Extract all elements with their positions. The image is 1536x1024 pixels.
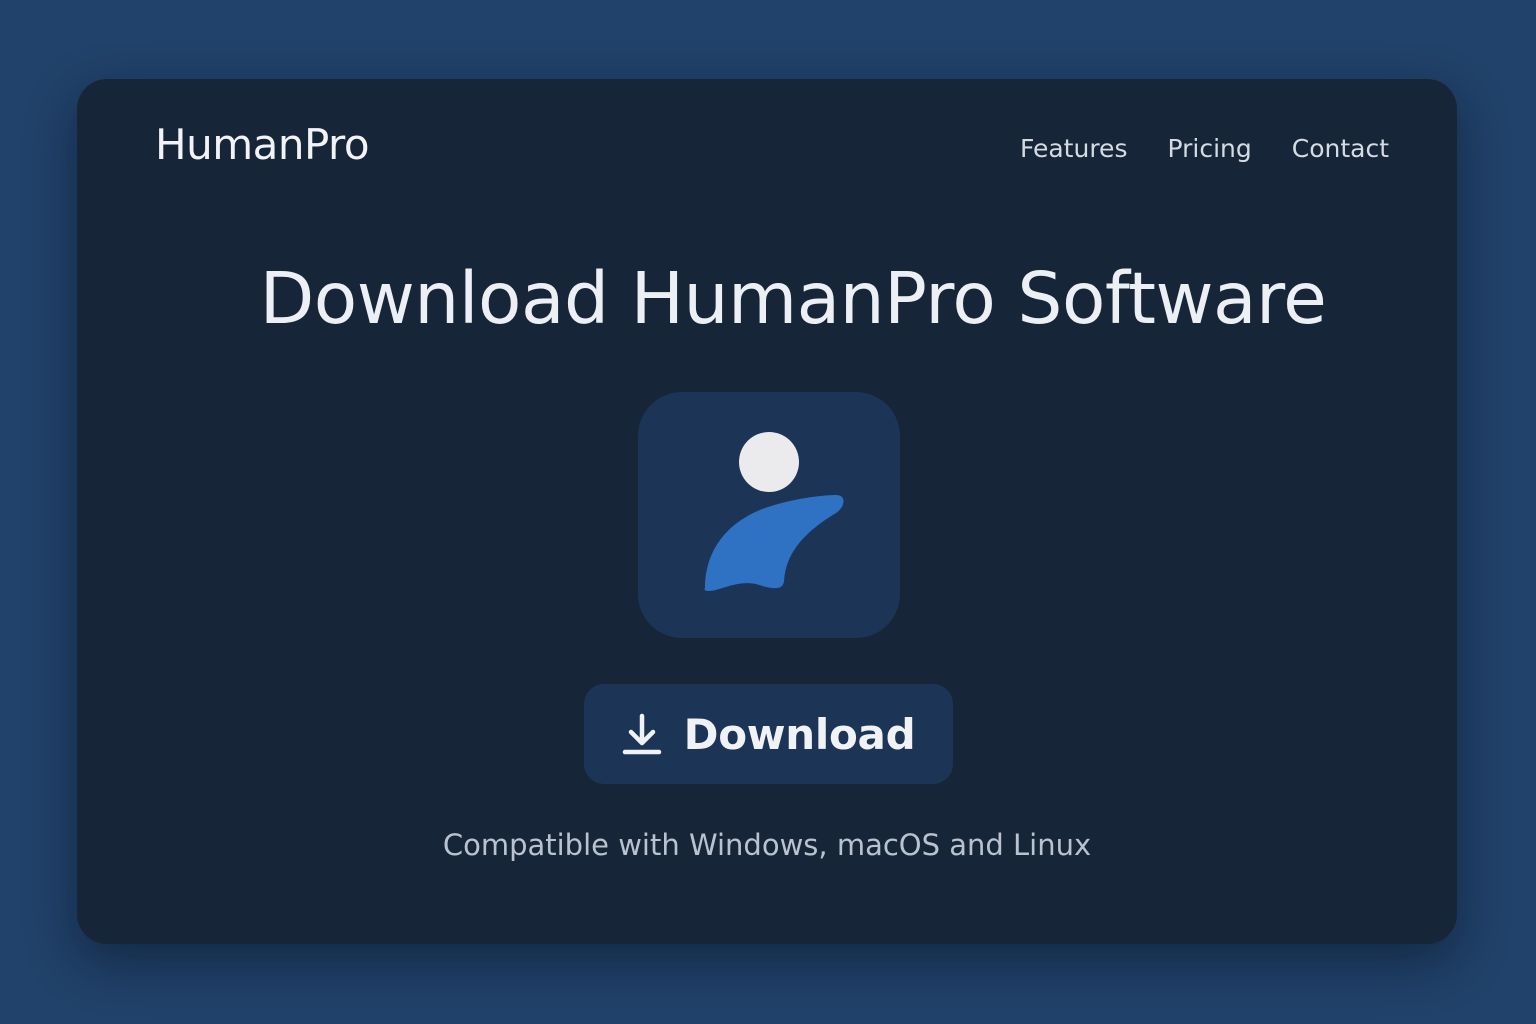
nav-link-features[interactable]: Features — [1020, 129, 1128, 169]
brand-logo[interactable]: HumanPro — [155, 115, 370, 175]
download-icon — [622, 713, 661, 755]
page-title: Download HumanPro Software — [259, 257, 1327, 340]
download-button-label: Download — [683, 709, 916, 759]
download-card: HumanPro Features Pricing Contact Downlo… — [77, 79, 1457, 944]
app-icon-tile — [638, 392, 900, 638]
compatibility-note: Compatible with Windows, macOS and Linux — [442, 828, 1092, 862]
person-logo-icon — [704, 432, 844, 591]
nav-link-contact[interactable]: Contact — [1292, 129, 1389, 169]
nav-link-pricing[interactable]: Pricing — [1167, 129, 1251, 169]
top-nav: Features Pricing Contact — [1020, 129, 1389, 169]
download-button[interactable]: Download — [584, 684, 953, 784]
